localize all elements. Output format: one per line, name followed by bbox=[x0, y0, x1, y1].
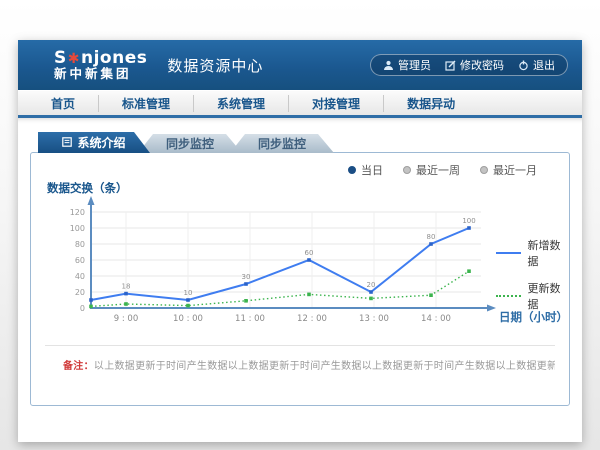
tab-sync-monitor-1[interactable]: 同步监控 bbox=[138, 134, 242, 153]
main-nav: 首页 标准管理 系统管理 对接管理 数据异动 bbox=[18, 90, 582, 115]
tab-sync-monitor-2[interactable]: 同步监控 bbox=[230, 134, 334, 153]
radio-unselected-icon bbox=[403, 166, 411, 174]
svg-text:18: 18 bbox=[122, 283, 131, 291]
chart-legend: 新增数据 更新数据 bbox=[496, 237, 569, 323]
nav-item-integration-mgmt[interactable]: 对接管理 bbox=[288, 95, 383, 112]
app-window: S✱njones 新中新集团 数据资源中心 管理员 修改密码 退出 bbox=[18, 40, 582, 442]
radio-last-week[interactable]: 最近一周 bbox=[403, 162, 460, 178]
radio-last-month[interactable]: 最近一月 bbox=[480, 162, 537, 178]
svg-text:60: 60 bbox=[75, 256, 85, 265]
svg-text:11 : 00: 11 : 00 bbox=[235, 314, 265, 324]
svg-text:60: 60 bbox=[305, 249, 314, 257]
edit-icon bbox=[445, 60, 456, 71]
admin-user-label: 管理员 bbox=[398, 57, 431, 73]
document-icon bbox=[62, 136, 72, 150]
content-area: 系统介绍 同步监控 同步监控 当日 最近一周 bbox=[18, 118, 582, 442]
user-icon bbox=[383, 60, 394, 71]
svg-text:30: 30 bbox=[242, 273, 251, 281]
svg-text:80: 80 bbox=[75, 240, 85, 249]
svg-text:10: 10 bbox=[184, 289, 193, 297]
brand-logo-text: S✱njones bbox=[54, 50, 147, 68]
page-title: 数据资源中心 bbox=[167, 55, 263, 76]
nav-item-system-mgmt[interactable]: 系统管理 bbox=[193, 95, 288, 112]
svg-text:14 : 00: 14 : 00 bbox=[421, 314, 451, 324]
svg-text:100: 100 bbox=[462, 217, 475, 225]
logo-letter: S bbox=[54, 48, 67, 68]
legend-label: 新增数据 bbox=[528, 237, 569, 269]
change-password-label: 修改密码 bbox=[460, 57, 504, 73]
dotted-line-swatch-icon bbox=[496, 295, 521, 297]
footnote-label: 备注： bbox=[63, 361, 94, 372]
svg-text:20: 20 bbox=[367, 281, 376, 289]
tab-system-intro[interactable]: 系统介绍 bbox=[38, 132, 150, 153]
brand-logo-subtitle: 新中新集团 bbox=[54, 67, 147, 80]
tab-label: 同步监控 bbox=[166, 135, 214, 152]
svg-text:9 : 00: 9 : 00 bbox=[114, 314, 139, 324]
radio-selected-icon bbox=[348, 166, 356, 174]
radio-label: 最近一月 bbox=[493, 162, 537, 178]
logout-button[interactable]: 退出 bbox=[518, 57, 555, 73]
nav-item-standard-mgmt[interactable]: 标准管理 bbox=[98, 95, 193, 112]
svg-text:13 : 00: 13 : 00 bbox=[359, 314, 389, 324]
logo-star-icon: ✱ bbox=[67, 51, 81, 67]
line-chart: 0 20 40 60 80 100 120 9 : 00 10 : 00 11 : 00 12 : … bbox=[33, 193, 533, 333]
brand-logo: S✱njones 新中新集团 bbox=[54, 50, 147, 81]
user-menu: 管理员 修改密码 退出 bbox=[370, 54, 568, 76]
svg-text:40: 40 bbox=[75, 272, 85, 281]
svg-text:0: 0 bbox=[80, 304, 85, 313]
radio-unselected-icon bbox=[480, 166, 488, 174]
tab-bar: 系统介绍 同步监控 同步监控 bbox=[38, 132, 570, 153]
svg-text:80: 80 bbox=[427, 233, 436, 241]
legend-item-new-data: 新增数据 bbox=[496, 237, 569, 269]
legend-label: 更新数据 bbox=[528, 280, 569, 312]
solid-line-swatch-icon bbox=[496, 252, 521, 254]
change-password-button[interactable]: 修改密码 bbox=[445, 57, 504, 73]
footnote-text: 以上数据更新于时间产生数据以上数据更新于时间产生数据以上数据更新于时间产生数据以… bbox=[94, 361, 555, 372]
legend-item-updated-data: 更新数据 bbox=[496, 280, 569, 312]
nav-item-data-change[interactable]: 数据异动 bbox=[383, 95, 478, 112]
app-header: S✱njones 新中新集团 数据资源中心 管理员 修改密码 退出 bbox=[18, 40, 582, 90]
svg-text:10 : 00: 10 : 00 bbox=[173, 314, 203, 324]
tab-label: 系统介绍 bbox=[77, 134, 125, 151]
logout-label: 退出 bbox=[533, 57, 555, 73]
tab-label: 同步监控 bbox=[258, 135, 306, 152]
chart-panel: 当日 最近一周 最近一月 数据交换（条） 0204060801001209 : … bbox=[30, 152, 570, 406]
admin-user-button[interactable]: 管理员 bbox=[383, 57, 431, 73]
logo-letters: njones bbox=[81, 48, 147, 68]
svg-text:120: 120 bbox=[70, 208, 85, 217]
nav-item-home[interactable]: 首页 bbox=[28, 95, 98, 112]
svg-text:100: 100 bbox=[70, 224, 85, 233]
period-filter-group: 当日 最近一周 最近一月 bbox=[348, 162, 537, 178]
radio-label: 最近一周 bbox=[416, 162, 460, 178]
footnote: 备注：以上数据更新于时间产生数据以上数据更新于时间产生数据以上数据更新于时间产生… bbox=[45, 345, 555, 372]
radio-label: 当日 bbox=[361, 162, 383, 178]
radio-today[interactable]: 当日 bbox=[348, 162, 383, 178]
svg-text:12 : 00: 12 : 00 bbox=[297, 314, 327, 324]
svg-text:20: 20 bbox=[75, 288, 85, 297]
power-icon bbox=[518, 60, 529, 71]
